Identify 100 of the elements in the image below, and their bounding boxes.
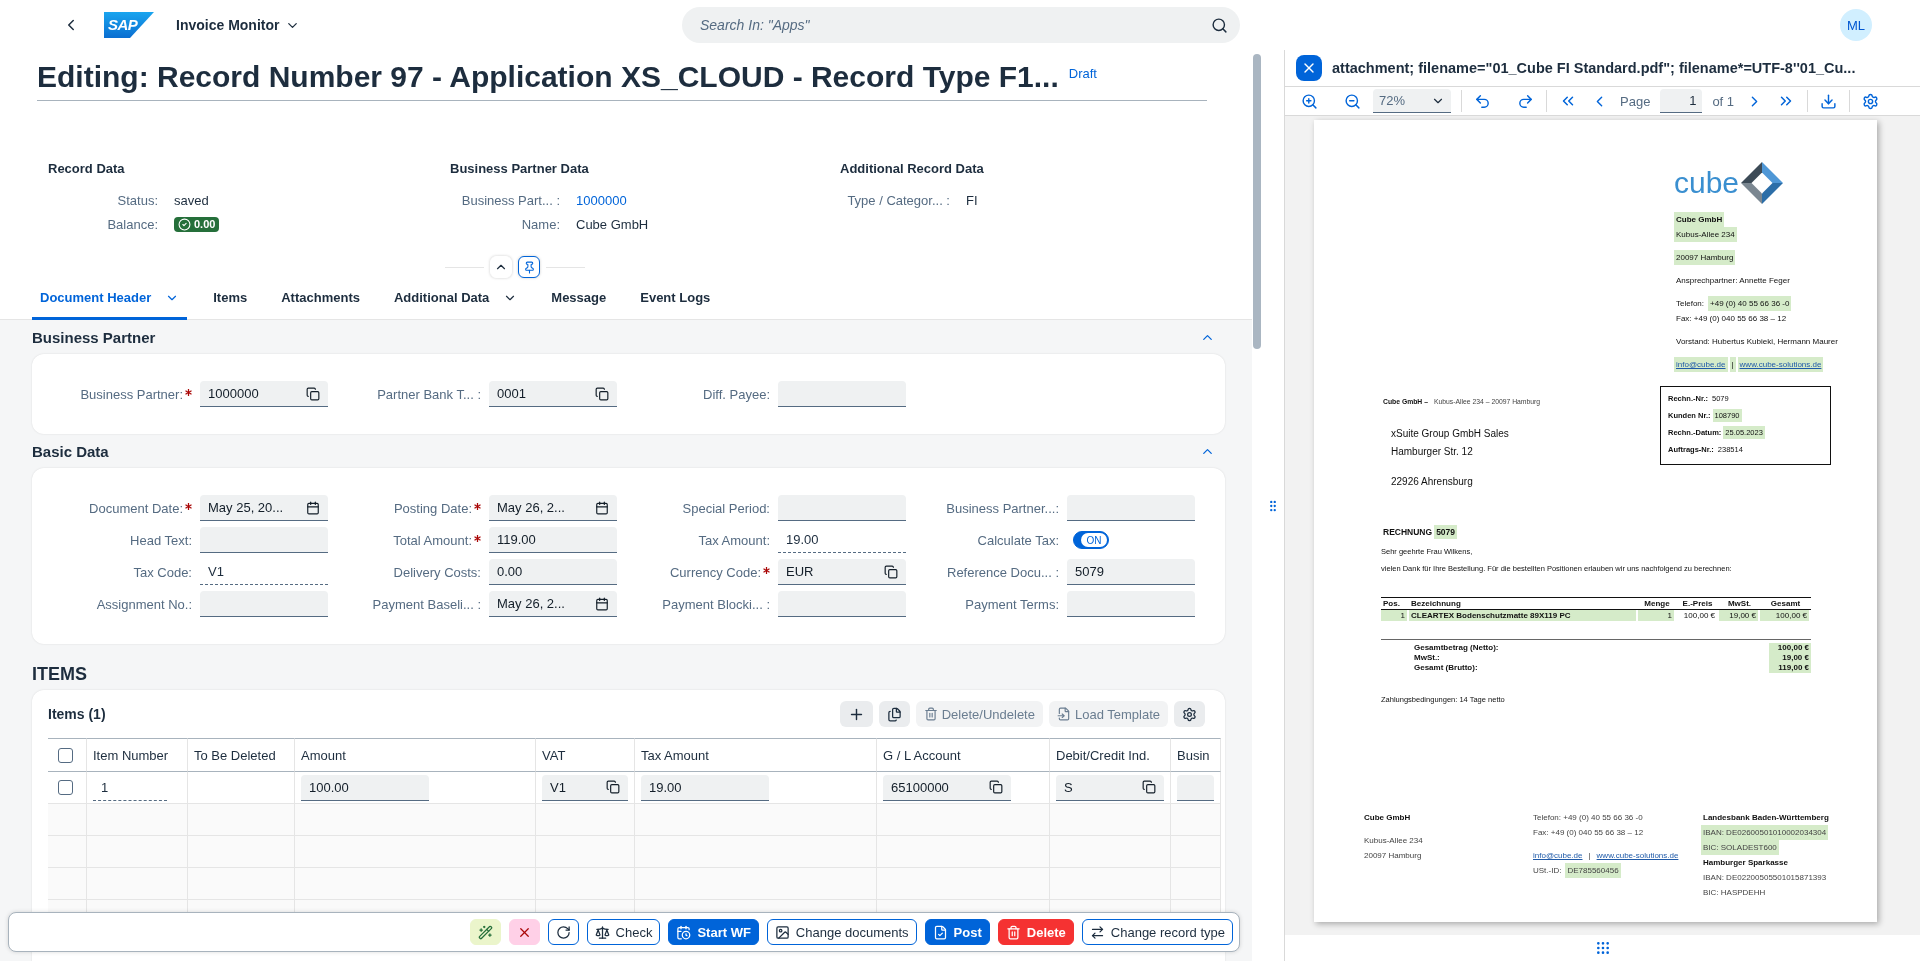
field-label: Payment Terms:: [965, 596, 1059, 612]
partner-link[interactable]: 1000000: [576, 192, 627, 208]
tab[interactable]: Additional Data: [385, 278, 526, 320]
document-text: BIC: SOLADEST600: [1701, 840, 1779, 855]
tab[interactable]: Event Logs: [632, 278, 719, 320]
section-title: ITEMS: [32, 662, 88, 686]
calendar-icon[interactable]: [306, 500, 320, 515]
field-label: Business Part... :: [460, 192, 560, 208]
input-field[interactable]: [1067, 495, 1195, 521]
page-number-field[interactable]: 1: [1660, 89, 1703, 113]
input-field[interactable]: [1177, 774, 1214, 801]
input-field[interactable]: [200, 591, 328, 617]
table-title: Items (1): [48, 706, 106, 722]
action-button[interactable]: Post: [924, 919, 990, 945]
tab[interactable]: Message: [543, 278, 615, 320]
value-help-icon[interactable]: [606, 780, 620, 794]
refresh-icon: [555, 924, 571, 940]
input-field[interactable]: [1067, 591, 1195, 617]
input-field[interactable]: S: [1056, 774, 1164, 801]
group-title: Record Data: [48, 161, 126, 176]
value-help-icon[interactable]: [595, 386, 609, 401]
table-cell: [1171, 868, 1221, 900]
action-button[interactable]: Change documents: [766, 919, 917, 945]
field-label: Tax Amount:: [698, 532, 770, 548]
pin-icon: [522, 260, 536, 274]
document-link[interactable]: www.cube-solutions.de: [1737, 357, 1824, 372]
logo[interactable]: SAP: [104, 12, 154, 38]
cube-logo-icon: [1741, 162, 1784, 204]
input-field[interactable]: [778, 591, 906, 617]
field-value: Cube GmbH: [576, 216, 649, 232]
input-field[interactable]: 5079: [1067, 559, 1195, 585]
document-text: Cube GmbH: [1363, 812, 1412, 824]
app-title-menu[interactable]: Invoice Monitor: [172, 13, 305, 37]
field-label: Total Amount:: [393, 532, 472, 548]
value-help-icon[interactable]: [989, 780, 1003, 794]
page-label: Page: [1620, 93, 1651, 109]
tab[interactable]: Attachments: [273, 278, 368, 320]
user-avatar[interactable]: ML: [1840, 9, 1872, 41]
input-field[interactable]: 119.00: [489, 527, 617, 553]
input-field[interactable]: [200, 527, 328, 553]
image-icon: [774, 924, 790, 940]
document-text: Kubus-Allee 234: [1674, 227, 1737, 242]
input-field[interactable]: 19.00: [778, 527, 906, 553]
input-field[interactable]: V1: [200, 559, 328, 585]
recipient-address-line: Hamburger Str. 12: [1391, 445, 1474, 459]
pin-button[interactable]: [518, 256, 540, 278]
value-help-icon[interactable]: [884, 564, 898, 579]
input-field[interactable]: 1000000: [200, 381, 328, 407]
calendar-icon[interactable]: [595, 500, 609, 515]
checkbox[interactable]: [58, 780, 73, 795]
magic-wand-icon: [477, 924, 493, 940]
document-text: |: [1729, 357, 1736, 372]
toggle-switch[interactable]: ON: [1073, 531, 1109, 549]
value-help-icon[interactable]: [1142, 780, 1156, 794]
page-count: of 1: [1712, 93, 1735, 109]
group-title: Additional Record Data: [840, 161, 985, 176]
input-field[interactable]: 0.00: [489, 559, 617, 585]
action-button[interactable]: Check: [586, 919, 661, 945]
collapse-header-button[interactable]: [490, 256, 512, 278]
date-field[interactable]: May 25, 20...: [200, 495, 328, 521]
document-link[interactable]: info@cube.de: [1674, 357, 1728, 372]
action-button[interactable]: Delete: [997, 919, 1074, 945]
attachment-title: attachment; filename="01_Cube FI Standard.pdf"; filename*=UTF-8''01_Cu...: [1332, 60, 1856, 76]
action-button[interactable]: Start WF: [668, 919, 759, 945]
document-link[interactable]: www.cube-solutions.de: [1594, 848, 1681, 863]
input-field[interactable]: 100.00: [301, 774, 429, 801]
tab[interactable]: Items: [205, 278, 256, 320]
input-field[interactable]: V1: [542, 774, 628, 801]
field-label: Posting Date:: [393, 500, 472, 516]
search-icon[interactable]: [1211, 16, 1228, 34]
action-button[interactable]: Change record type: [1081, 919, 1233, 945]
search-field[interactable]: Search In: "Apps": [682, 7, 1240, 43]
input-field[interactable]: EUR: [778, 559, 906, 585]
zoom-select[interactable]: 72%: [1373, 89, 1451, 113]
input-field[interactable]: 1: [93, 774, 167, 801]
column-header: Busin: [1171, 738, 1221, 772]
input-field[interactable]: [778, 495, 906, 521]
checkbox[interactable]: [58, 747, 73, 763]
toolbar-icon-button[interactable]: [1174, 701, 1205, 727]
icon-button[interactable]: [547, 919, 579, 945]
close-button[interactable]: [1296, 55, 1322, 81]
total-label: MwSt.:: [1414, 653, 1440, 663]
value-help-icon[interactable]: [306, 386, 320, 401]
total-value: 19,00 €: [1769, 653, 1811, 663]
field-label: Delivery Costs:: [393, 564, 481, 580]
toolbar-icon-button[interactable]: [878, 701, 910, 727]
calendar-icon: [676, 924, 692, 940]
document-link[interactable]: info@cube.de: [1531, 848, 1585, 863]
date-field[interactable]: May 26, 2...: [489, 495, 617, 521]
scrollbar[interactable]: [1253, 54, 1261, 349]
date-field[interactable]: May 26, 2...: [489, 591, 617, 617]
resize-handle-icon[interactable]: [1594, 940, 1611, 956]
calendar-icon[interactable]: [595, 596, 609, 611]
field-label: Payment Blocki... :: [662, 596, 770, 612]
input-field[interactable]: [778, 381, 906, 407]
input-field[interactable]: 65100000: [883, 774, 1011, 801]
input-field[interactable]: 0001: [489, 381, 617, 407]
toolbar-icon-button[interactable]: [839, 701, 873, 727]
field-value: FI: [966, 192, 978, 208]
input-field[interactable]: 19.00: [641, 774, 769, 801]
